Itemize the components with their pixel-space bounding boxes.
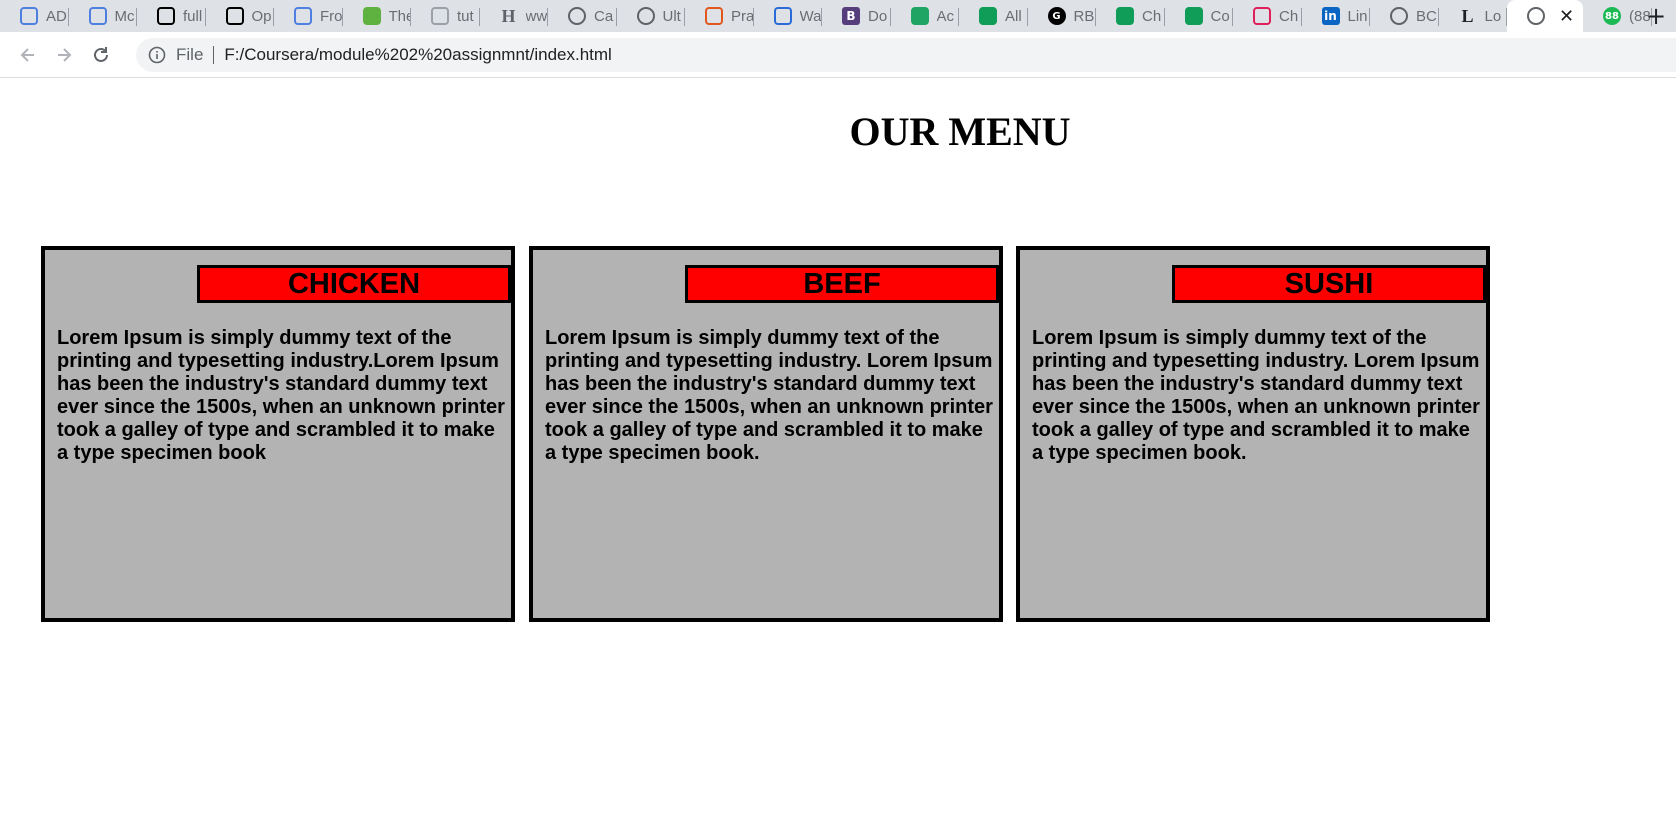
globe-icon: [636, 7, 655, 25]
browser-tab[interactable]: Ca: [548, 0, 617, 32]
browser-tab[interactable]: B Do: [822, 0, 891, 32]
browser-tab[interactable]: Co: [1165, 0, 1233, 32]
bracket-icon: [705, 7, 723, 25]
bootstrap-icon: B: [842, 7, 860, 25]
address-bar[interactable]: File F:/Coursera/module%202%20assignmnt/…: [136, 38, 1676, 72]
h-icon: H: [501, 5, 516, 26]
browser-tab[interactable]: L Lo: [1439, 0, 1507, 32]
browser-tab[interactable]: Pra: [685, 0, 754, 32]
infinity-icon: [88, 7, 107, 25]
globe-icon: [568, 7, 586, 25]
card-label: BEEF: [685, 265, 999, 303]
back-button[interactable]: [14, 41, 42, 69]
tab-title: Fro: [320, 7, 343, 25]
tab-title: AD: [46, 7, 67, 25]
tab-title: RB: [1073, 7, 1095, 25]
forward-button[interactable]: [50, 41, 78, 69]
tab-title: All: [1005, 7, 1022, 25]
arrow-left-icon: [20, 48, 34, 62]
tab-title: The: [388, 7, 412, 25]
tab-title: Ch: [1142, 7, 1162, 25]
plus-icon: +: [1645, 2, 1667, 30]
browser-toolbar: File F:/Coursera/module%202%20assignmnt/…: [0, 32, 1676, 78]
browser-tab[interactable]: All: [959, 0, 1028, 32]
browser-tab[interactable]: Op: [206, 0, 274, 32]
card-description: Lorem Ipsum is simply dummy text of the …: [545, 327, 993, 464]
browser-tab[interactable]: Ac: [891, 0, 959, 32]
drive-icon: [910, 7, 929, 25]
infinity-icon: [20, 7, 38, 25]
browser-tab[interactable]: The: [343, 0, 412, 32]
menu-card-chicken: CHICKEN Lorem Ipsum is simply dummy text…: [41, 246, 515, 622]
browser-tab[interactable]: Fro: [274, 0, 343, 32]
swirl-icon: [773, 7, 792, 25]
browser-tab[interactable]: in Lin: [1302, 0, 1370, 32]
browser-tab[interactable]: ✕: [1507, 0, 1583, 32]
tab-title: Co: [1210, 7, 1230, 25]
g-icon: G: [1047, 7, 1066, 25]
github-icon: [225, 7, 244, 25]
slack-icon: [1253, 7, 1271, 25]
tab-title: Pra: [731, 7, 754, 25]
reload-button[interactable]: [87, 41, 115, 69]
l-icon: L: [1461, 5, 1474, 26]
tab-title: Mc: [114, 7, 135, 25]
browser-tab[interactable]: Hww: [480, 0, 548, 32]
browser-tab[interactable]: Mc: [69, 0, 137, 32]
browser-tab[interactable]: BC: [1370, 0, 1439, 32]
new-tab-button[interactable]: +: [1642, 2, 1670, 30]
browser-tab[interactable]: G RB: [1028, 0, 1096, 32]
tab-title: ww: [525, 7, 548, 25]
tab-title: Wa: [799, 7, 822, 25]
url-text[interactable]: F:/Coursera/module%202%20assignmnt/index…: [224, 45, 611, 65]
card-label: CHICKEN: [197, 265, 511, 303]
tab-strip: AD Mc full Op Fro The tut Hww Ca Ult Pra Wa B Do Ac All…: [0, 0, 1676, 32]
card-description: Lorem Ipsum is simply dummy text of the …: [1032, 327, 1480, 464]
menu-card-beef: BEEF Lorem Ipsum is simply dummy text of…: [529, 246, 1003, 622]
tab-title: Op: [251, 7, 272, 25]
tab-title: Ac: [936, 7, 955, 25]
tab-title: BC: [1416, 7, 1437, 25]
browser-tab[interactable]: Wa: [754, 0, 822, 32]
browser-tab[interactable]: full: [137, 0, 206, 32]
infinity-icon: [294, 7, 312, 25]
leaf-icon: [362, 7, 381, 25]
github-icon: [157, 7, 175, 25]
sheets-icon: [1184, 7, 1203, 25]
tab-title: Do: [868, 7, 888, 25]
url-scheme-label: File: [176, 45, 204, 64]
tab-title: Lo: [1484, 7, 1502, 25]
tab-title: Ca: [594, 7, 614, 25]
info-icon[interactable]: [148, 46, 166, 64]
menu-card-sushi: SUSHI Lorem Ipsum is simply dummy text o…: [1016, 246, 1490, 622]
browser-tab[interactable]: AD: [0, 0, 69, 32]
close-icon[interactable]: ✕: [1559, 6, 1574, 27]
address-divider: [213, 46, 215, 64]
tab-title: full: [183, 7, 203, 25]
globe-icon: [1527, 7, 1545, 25]
arrow-right-icon: [58, 48, 72, 62]
card-description: Lorem Ipsum is simply dummy text of the …: [57, 327, 505, 464]
linkedin-icon: in: [1321, 7, 1340, 25]
badge-icon: 88: [1603, 7, 1621, 25]
sheets-icon: [979, 7, 997, 25]
browser-tab[interactable]: Ch: [1096, 0, 1165, 32]
tab-title: tut: [457, 7, 474, 25]
reload-icon: [94, 47, 108, 62]
tab-title: Ult: [662, 7, 681, 25]
browser-tab[interactable]: Ch: [1233, 0, 1302, 32]
tab-title: Lin: [1347, 7, 1368, 25]
browser-tab[interactable]: Ult: [617, 0, 685, 32]
card-label: SUSHI: [1172, 265, 1486, 303]
sheets-icon: [1116, 7, 1134, 25]
code-icon: [431, 7, 449, 25]
globe-icon: [1390, 7, 1408, 25]
tab-title: Ch: [1279, 7, 1299, 25]
browser-tab[interactable]: tut: [411, 0, 480, 32]
page-title: OUR MENU: [849, 109, 1071, 154]
